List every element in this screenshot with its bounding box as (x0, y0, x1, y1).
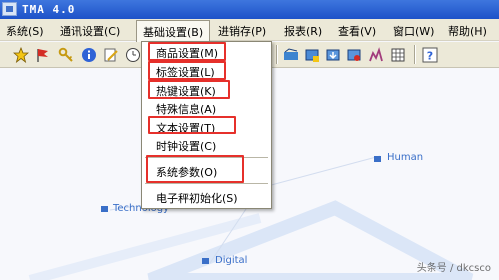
title-bar: TMA 4.0 (0, 0, 499, 19)
toolbar-separator (276, 45, 278, 64)
label-digital: Digital (215, 255, 248, 266)
menu-inventory[interactable]: 进销存(P) (218, 23, 266, 39)
menu-separator (145, 183, 268, 184)
node-marker (374, 156, 381, 162)
help-icon[interactable]: ? (421, 46, 438, 63)
node-marker (101, 206, 108, 212)
menu-window[interactable]: 窗口(W) (393, 23, 434, 39)
highlight-box (148, 80, 230, 99)
star-icon[interactable] (12, 46, 29, 63)
menu-item-clock-settings[interactable]: 时钟设置(C) (156, 138, 216, 154)
receive-data-icon[interactable] (303, 46, 320, 63)
menu-item-special-info[interactable]: 特殊信息(A) (156, 101, 216, 117)
menu-system[interactable]: 系统(S) (6, 23, 44, 39)
app-icon (2, 2, 17, 16)
highlight-box (146, 155, 244, 183)
chart-icon[interactable] (367, 46, 384, 63)
window-title: TMA 4.0 (22, 3, 76, 16)
node-marker (202, 258, 209, 264)
highlight-box (148, 42, 226, 61)
key-icon[interactable] (57, 46, 74, 63)
menu-view[interactable]: 查看(V) (338, 23, 376, 39)
menu-comm-settings[interactable]: 通讯设置(C) (60, 23, 120, 39)
upload-icon[interactable] (345, 46, 362, 63)
download-icon[interactable] (324, 46, 341, 63)
menu-help[interactable]: 帮助(H) (448, 23, 487, 39)
label-human: Human (387, 152, 424, 163)
grid-icon[interactable] (389, 46, 406, 63)
clock-icon[interactable] (124, 46, 141, 63)
toolbar-separator (414, 45, 416, 64)
watermark: 头条号 / dkcsco (416, 263, 491, 274)
menu-item-scale-init[interactable]: 电子秤初始化(S) (156, 190, 238, 206)
highlight-box (148, 116, 236, 134)
svg-text:?: ? (426, 49, 432, 62)
highlight-box (148, 61, 226, 80)
edit-document-icon[interactable] (102, 46, 119, 63)
info-icon[interactable] (80, 46, 97, 63)
menu-bar: 系统(S) 通讯设置(C) 基础设置(B) 进销存(P) 报表(R) 查看(V)… (0, 19, 499, 44)
flag-icon[interactable] (34, 46, 51, 63)
send-data-icon[interactable] (282, 46, 299, 63)
menu-reports[interactable]: 报表(R) (284, 23, 322, 39)
